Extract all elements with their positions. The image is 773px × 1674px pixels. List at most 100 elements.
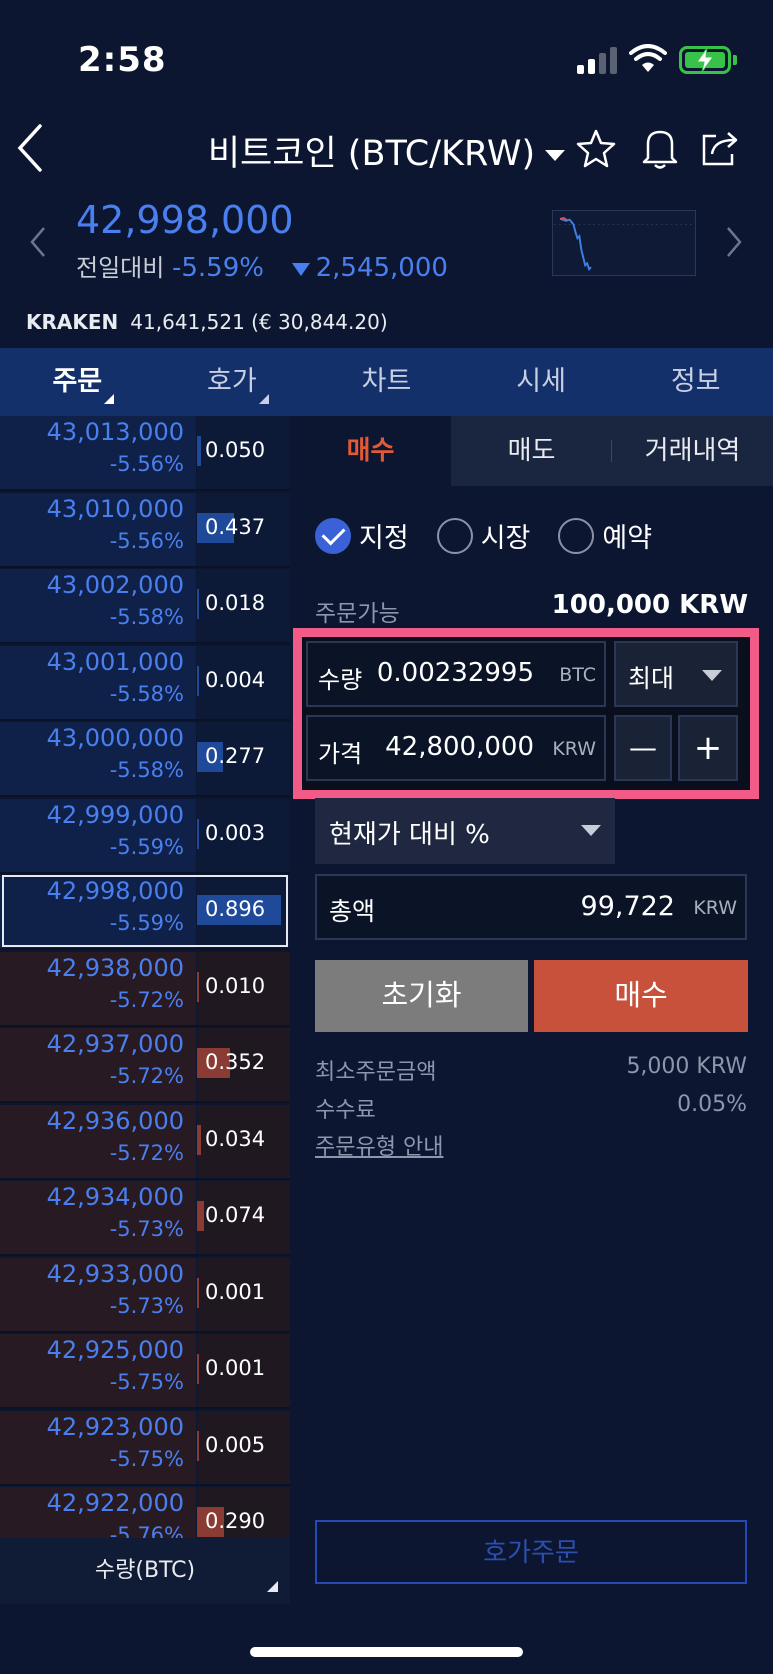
orderbook-pct: -5.75% bbox=[109, 1370, 184, 1394]
orderbook-row[interactable]: 43,010,000 -5.56% 0.437 bbox=[0, 492, 290, 568]
orderbook-row[interactable]: 42,937,000 -5.72% 0.352 bbox=[0, 1028, 290, 1103]
change-label: 전일대비 bbox=[76, 254, 165, 282]
tab-info[interactable]: 정보 bbox=[618, 348, 773, 416]
tab-chart[interactable]: 차트 bbox=[309, 348, 464, 416]
total-label: 총액 bbox=[329, 897, 376, 926]
exchange-info: 41,641,521 (€ 30,844.20) bbox=[130, 310, 388, 334]
orderbook-qty: 0.005 bbox=[205, 1432, 266, 1457]
total-field[interactable]: 총액 99,722 KRW bbox=[315, 874, 747, 940]
orderbook-price: 42,922,000 bbox=[46, 1489, 184, 1517]
main-tab-bar: 주문 호가 차트 시세 정보 bbox=[0, 348, 773, 416]
price-unit: KRW bbox=[552, 738, 596, 760]
orderbook-row[interactable]: 43,013,000 -5.56% 0.050 bbox=[0, 416, 290, 491]
tab-sell[interactable]: 매도 bbox=[451, 416, 612, 486]
orderbook-price: 42,999,000 bbox=[46, 800, 184, 829]
hoga-order-button[interactable]: 호가주문 bbox=[315, 1520, 747, 1584]
orderbook-row[interactable]: 42,938,000 -5.72% 0.010 bbox=[0, 951, 290, 1027]
price-label: 가격 bbox=[318, 740, 363, 768]
orderbook-price: 42,933,000 bbox=[46, 1259, 184, 1288]
orderbook-pct: -5.56% bbox=[109, 452, 184, 476]
charging-bolt-icon bbox=[696, 47, 714, 73]
orderbook-qty-bar bbox=[197, 589, 199, 619]
orderbook-row[interactable]: 42,999,000 -5.59% 0.003 bbox=[0, 798, 290, 874]
exchange-reference-price: KRAKEN 41,641,521 (€ 30,844.20) bbox=[26, 310, 388, 334]
orderbook-qty: 0.074 bbox=[205, 1203, 266, 1227]
reset-button[interactable]: 초기화 bbox=[315, 960, 528, 1032]
orderbook-pct: -5.73% bbox=[109, 1293, 184, 1318]
price-plus-button[interactable]: + bbox=[678, 715, 738, 781]
chevron-down-icon bbox=[702, 670, 722, 681]
price-minus-button[interactable]: — bbox=[614, 715, 672, 781]
cellular-signal-icon bbox=[577, 46, 617, 74]
prev-coin-icon[interactable] bbox=[28, 226, 48, 258]
orderbook-qty-bar bbox=[197, 971, 199, 1002]
orderbook-qty: 0.050 bbox=[205, 438, 266, 462]
orderbook-qty: 0.010 bbox=[205, 973, 266, 998]
orderbook-qty-bar bbox=[197, 665, 199, 696]
max-dropdown[interactable]: 최대 bbox=[614, 641, 738, 707]
orderbook-selected-outline bbox=[2, 875, 288, 947]
plus-icon: + bbox=[693, 728, 723, 768]
current-price: 42,998,000 bbox=[76, 198, 294, 242]
orderbook-price: 43,010,000 bbox=[46, 494, 184, 523]
status-time: 2:58 bbox=[78, 40, 167, 80]
radio-circle-icon bbox=[558, 517, 595, 554]
market-title: 비트코인 (BTC/KRW) bbox=[207, 134, 536, 174]
change-pct: -5.59% bbox=[171, 253, 264, 283]
order-type-group: 지정 시장 예약 bbox=[315, 516, 652, 555]
highlight-box: 수량 0.00232995 BTC 최대 가격 42,800,000 KRW —… bbox=[293, 628, 759, 799]
orderbook-price: 43,001,000 bbox=[46, 647, 184, 676]
bell-icon[interactable] bbox=[640, 126, 680, 170]
price-value: 42,800,000 bbox=[385, 732, 534, 762]
orderbook-pct: -5.58% bbox=[109, 605, 184, 629]
pct-of-current-dropdown[interactable]: 현재가 대비 % bbox=[315, 798, 615, 864]
change-amount: 2,545,000 bbox=[315, 253, 448, 283]
orderbook-pct: -5.58% bbox=[109, 758, 184, 782]
tab-order[interactable]: 주문 bbox=[0, 348, 155, 416]
total-unit: KRW bbox=[693, 897, 737, 919]
tab-quotes[interactable]: 시세 bbox=[464, 348, 619, 416]
star-icon[interactable] bbox=[576, 128, 616, 168]
qty-input[interactable]: 수량 0.00232995 BTC bbox=[306, 641, 606, 707]
order-tab-bar: 매수 매도 거래내역 bbox=[290, 416, 773, 486]
orderbook-row[interactable]: 42,925,000 -5.75% 0.001 bbox=[0, 1334, 290, 1409]
orderbook-row[interactable]: 43,000,000 -5.58% 0.277 bbox=[0, 722, 290, 797]
radio-reserve[interactable]: 예약 bbox=[558, 516, 652, 555]
orderbook-price: 42,925,000 bbox=[46, 1336, 184, 1364]
orderbook-row[interactable]: 42,923,000 -5.75% 0.005 bbox=[0, 1410, 290, 1486]
available-label: 주문가능 bbox=[315, 601, 400, 627]
next-coin-icon[interactable] bbox=[724, 226, 744, 258]
orderbook-price: 42,923,000 bbox=[46, 1412, 184, 1441]
orderbook-qty: 0.290 bbox=[205, 1509, 266, 1533]
orderbook-price: 43,000,000 bbox=[46, 724, 184, 752]
minus-icon: — bbox=[629, 731, 657, 764]
orderbook-qty: 0.018 bbox=[205, 591, 266, 615]
buy-button[interactable]: 매수 bbox=[534, 960, 748, 1032]
corner-triangle-icon bbox=[267, 1581, 278, 1592]
orderbook-row[interactable]: 42,922,000 -5.76% 0.290 bbox=[0, 1487, 290, 1540]
qty-unit: BTC bbox=[559, 664, 596, 686]
tab-buy[interactable]: 매수 bbox=[290, 416, 451, 486]
orderbook-qty-unit-toggle[interactable]: 수량(BTC) bbox=[0, 1538, 290, 1604]
orderbook-row[interactable]: 42,936,000 -5.72% 0.034 bbox=[0, 1104, 290, 1180]
fee-row: 수수료 0.05% bbox=[315, 1092, 747, 1123]
orderbook-pct: -5.56% bbox=[109, 528, 184, 553]
orderbook-pct: -5.73% bbox=[109, 1217, 184, 1241]
orderbook-row[interactable]: 43,001,000 -5.58% 0.004 bbox=[0, 645, 290, 721]
orderbook-qty-bar bbox=[197, 1277, 199, 1308]
orderbook-row[interactable]: 42,933,000 -5.73% 0.001 bbox=[0, 1257, 290, 1333]
orderbook: 43,013,000 -5.56% 0.050 43,010,000 -5.56% 0.4… bbox=[0, 416, 290, 1540]
orderbook-row[interactable]: 42,934,000 -5.73% 0.074 bbox=[0, 1181, 290, 1256]
orderbook-qty: 0.001 bbox=[205, 1279, 266, 1304]
radio-market[interactable]: 시장 bbox=[436, 516, 530, 555]
tab-history[interactable]: 거래내역 bbox=[612, 416, 773, 486]
tab-hoga[interactable]: 호가 bbox=[155, 348, 310, 416]
order-type-guide-link[interactable]: 주문유형 안내 bbox=[315, 1129, 443, 1161]
radio-limit[interactable]: 지정 bbox=[315, 516, 409, 555]
orderbook-qty: 0.034 bbox=[205, 1126, 266, 1151]
price-input[interactable]: 가격 42,800,000 KRW bbox=[306, 715, 606, 781]
orderbook-row[interactable]: 43,002,000 -5.58% 0.018 bbox=[0, 569, 290, 644]
home-indicator[interactable] bbox=[250, 1647, 523, 1657]
share-icon[interactable] bbox=[700, 128, 742, 168]
orderbook-price: 42,938,000 bbox=[46, 953, 184, 982]
